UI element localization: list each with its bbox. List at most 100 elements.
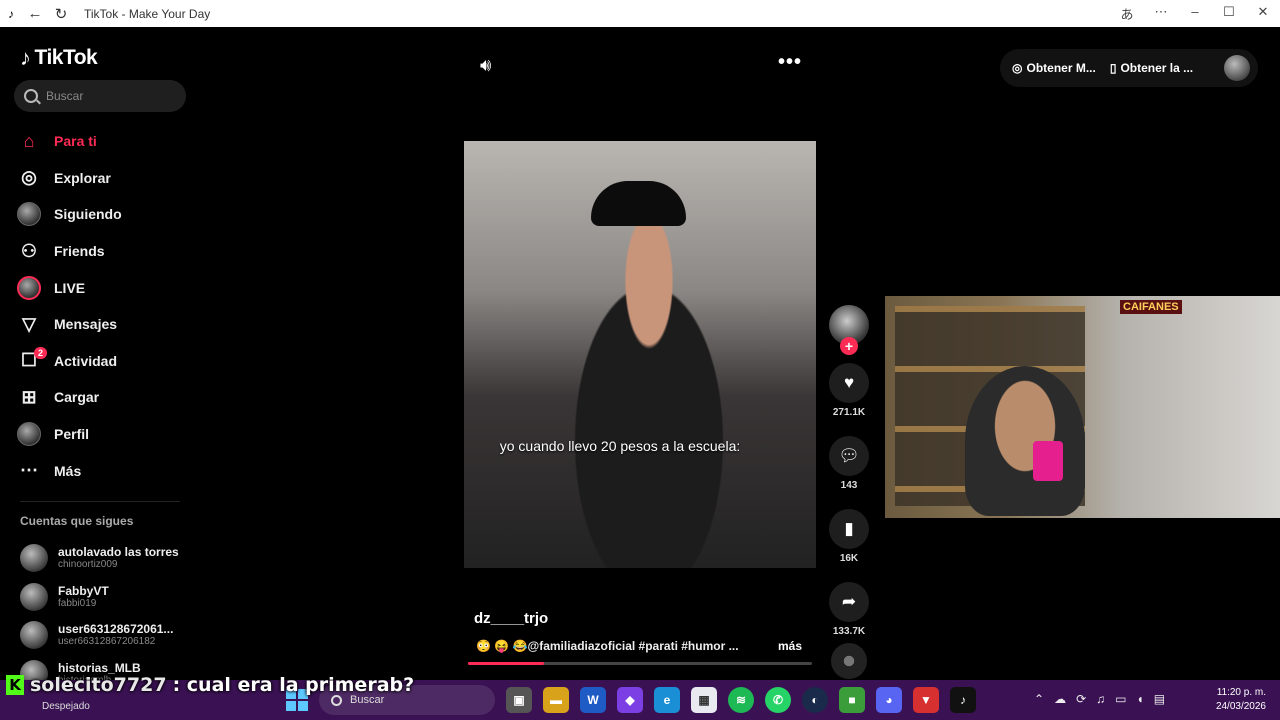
sidebar-item-mensajes[interactable]: ▽ Mensajes [16, 306, 186, 343]
more-description-button[interactable]: más [778, 639, 802, 653]
account-username: fabbi019 [58, 597, 97, 609]
tiktok-taskbar-icon[interactable]: ♪ [950, 687, 976, 713]
whatsapp-icon[interactable]: ✆ [765, 687, 791, 713]
get-coins-button[interactable]: ◎ Obtener M... [1012, 61, 1096, 75]
refresh-icon[interactable]: ↻ [48, 5, 74, 23]
avatar [20, 621, 48, 650]
avatar [20, 582, 48, 611]
comment-icon[interactable]: 💬︎ [829, 436, 869, 476]
clock-date: 24/03/2026 [1215, 701, 1266, 712]
like-count: 271.1K [832, 407, 866, 418]
copilot-icon[interactable]: ◆ [617, 687, 643, 713]
sidebar-item-label: Siguiendo [54, 206, 122, 223]
share-action[interactable]: ➦ 133.7K [829, 582, 869, 637]
app-icon[interactable]: ◐ [802, 687, 828, 713]
like-action[interactable]: ♥ 271.1K [829, 363, 869, 418]
sidebar-item-siguiendo[interactable]: Siguiendo [16, 196, 186, 233]
menu-icon[interactable]: ⋯ [1144, 4, 1178, 23]
sidebar-item-label: Explorar [54, 169, 111, 186]
logo-text: TikTok [34, 46, 98, 69]
spotify-icon[interactable]: ≋ [728, 687, 754, 713]
mic-icon[interactable]: ♫ [1096, 692, 1105, 706]
heart-icon[interactable]: ♥ [829, 363, 869, 403]
following-account[interactable]: autolavado las torres chinoortiz009 [20, 539, 190, 578]
weather-label[interactable]: Despejado [42, 701, 90, 712]
following-avatar-icon [16, 201, 42, 227]
video-caption: yo cuando llevo 20 pesos a la escuela: [499, 438, 741, 454]
sidebar-item-label: Actividad [54, 352, 118, 369]
more-icon: ⋯ [20, 460, 38, 481]
get-app-button[interactable]: ▯ Obtener la ... [1110, 61, 1193, 75]
sidebar-item-cargar[interactable]: ⊞ Cargar [16, 379, 186, 416]
get-coins-label: Obtener M... [1026, 61, 1096, 75]
discord-icon[interactable]: ◕ [876, 687, 902, 713]
compass-icon: ◎ [21, 167, 37, 188]
sidebar-item-perfil[interactable]: Perfil [16, 416, 186, 453]
kick-icon: K [6, 675, 24, 695]
network-icon[interactable]: ▭ [1115, 692, 1126, 706]
video-progress-bar[interactable] [468, 662, 812, 665]
app-icon-red[interactable]: ▼ [913, 687, 939, 713]
file-explorer-icon[interactable]: ▬ [543, 687, 569, 713]
bookmark-icon[interactable]: ▮ [829, 509, 869, 549]
video-subject [534, 201, 764, 568]
taskbar-clock[interactable]: 11:20 p. m. 24/03/2026 [1202, 686, 1266, 714]
get-app-label: Obtener la ... [1120, 61, 1194, 75]
search-input[interactable]: Buscar [14, 80, 186, 112]
webcam-streamer [965, 366, 1085, 516]
close-icon[interactable]: ✕ [1246, 4, 1280, 23]
sidebar-item-live[interactable]: LIVE [16, 269, 186, 306]
creator-avatar[interactable]: + [829, 305, 869, 355]
video-progress-fill [468, 662, 544, 665]
profile-avatar-icon [16, 421, 42, 447]
sidebar-divider [20, 501, 180, 502]
sidebar-item-para-ti[interactable]: ⌂ Para ti [16, 123, 186, 160]
account-name: FabbyVT [58, 583, 109, 598]
maximize-icon[interactable]: ☐ [1212, 4, 1246, 23]
comment-action[interactable]: 💬︎ 143 [829, 436, 869, 491]
save-count: 16K [839, 553, 859, 564]
sidebar-item-label: Para ti [54, 133, 97, 150]
chat-overlay: K solecito7727 : cual era la primerab? [6, 674, 414, 696]
chevron-up-icon[interactable]: ⌃ [1034, 692, 1044, 706]
search-placeholder: Buscar [46, 89, 84, 103]
share-icon[interactable]: ➦ [829, 582, 869, 622]
translate-icon[interactable]: あ [1110, 4, 1144, 23]
minimize-icon[interactable]: – [1178, 4, 1212, 23]
sidebar-item-mas[interactable]: ⋯ Más [16, 452, 186, 489]
cloud-icon[interactable]: ☁ [1054, 692, 1066, 706]
sidebar-item-actividad[interactable]: ☐ 2 Actividad [16, 343, 186, 380]
more-options-icon[interactable]: ••• [778, 51, 802, 74]
avatar [17, 202, 41, 227]
follow-plus-icon[interactable]: + [840, 337, 858, 355]
account-username: user66312867206182 [58, 636, 156, 648]
sidebar-nav: ⌂ Para ti ◎ Explorar Siguiendo ⚇ Friends… [16, 123, 186, 489]
following-account[interactable]: FabbyVT fabbi019 [20, 578, 190, 617]
tiktok-logo[interactable]: ♪ TikTok [20, 45, 98, 71]
chat-username: solecito7727 [30, 674, 167, 696]
user-avatar[interactable] [1224, 55, 1250, 81]
task-view-icon[interactable]: ▣ [506, 687, 532, 713]
sidebar-item-friends[interactable]: ⚇ Friends [16, 233, 186, 270]
following-account[interactable]: user663128672061... user66312867206182 [20, 616, 190, 655]
volume-icon[interactable]: ◖ [1136, 692, 1143, 706]
store-icon[interactable]: ▦ [691, 687, 717, 713]
home-icon: ⌂ [23, 130, 35, 151]
video-player[interactable]: yo cuando llevo 20 pesos a la escuela: [464, 141, 816, 568]
minecraft-icon[interactable]: ■ [839, 687, 865, 713]
save-action[interactable]: ▮ 16K [829, 509, 869, 564]
notification-badge: 2 [34, 346, 48, 359]
following-section-title: Cuentas que sigues [20, 514, 134, 528]
sidebar-item-label: Más [54, 462, 82, 479]
word-icon[interactable]: W [580, 687, 606, 713]
back-icon[interactable]: ← [22, 5, 48, 22]
video-author[interactable]: dz____trjo [474, 610, 548, 627]
browser-titlebar: ♪ ← ↻ TikTok - Make Your Day あ ⋯ – ☐ ✕ [0, 0, 1280, 27]
volume-icon[interactable]: 🔊︎ [480, 55, 491, 76]
video-actions: + ♥ 271.1K 💬︎ 143 ▮ 16K ➦ 133.7K [826, 305, 872, 679]
battery-icon[interactable]: ▤ [1154, 692, 1165, 706]
music-disc-icon[interactable] [831, 643, 867, 679]
sync-icon[interactable]: ⟳ [1076, 692, 1086, 706]
sidebar-item-explorar[interactable]: ◎ Explorar [16, 160, 186, 197]
edge-icon[interactable]: e [654, 687, 680, 713]
